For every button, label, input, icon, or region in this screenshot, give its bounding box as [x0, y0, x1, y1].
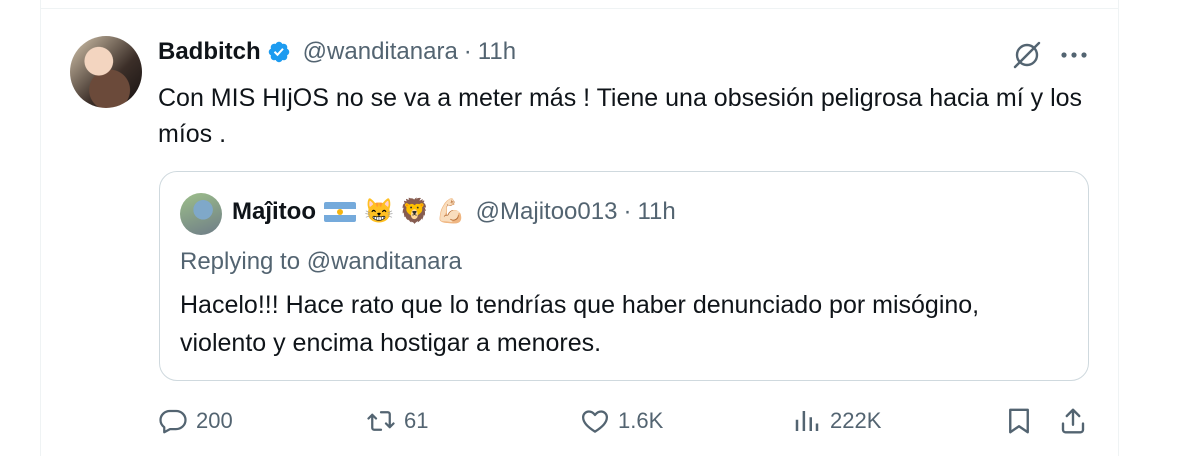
quoted-display-name[interactable]: Maĵitoo: [232, 198, 316, 226]
display-name[interactable]: Badbitch: [158, 38, 261, 66]
quoted-header: Maĵitoo 😸 🦁 💪🏻 @Majitoo013 · 11h: [232, 198, 676, 226]
tweet-text: Con MIS HIjOS no se va a meter más ! Tie…: [158, 84, 1083, 148]
quoted-separator-dot: ·: [623, 198, 632, 225]
reply-count: 200: [196, 408, 233, 433]
reply-button[interactable]: 200: [158, 406, 233, 436]
argentina-flag-icon: [324, 202, 356, 222]
grok-icon[interactable]: [1010, 38, 1044, 72]
retweet-count: 61: [404, 408, 429, 433]
quoted-handle: @Majitoo013: [475, 198, 618, 225]
avatar[interactable]: [70, 36, 142, 108]
retweet-icon: [367, 411, 395, 431]
grinning-cat-emoji: 😸: [364, 198, 394, 225]
timeline-border-left: [40, 0, 41, 456]
tweet-actions-bar: 200 61 1.6K 222K: [158, 406, 1090, 440]
lion-emoji: 🦁: [399, 198, 430, 225]
tweet-divider: [40, 8, 1118, 9]
flexed-biceps-emoji: 💪🏻: [435, 198, 466, 225]
quoted-avatar[interactable]: [180, 193, 222, 235]
like-icon: [582, 410, 608, 433]
share-button[interactable]: [1058, 406, 1088, 436]
views-button[interactable]: 222K: [792, 406, 881, 436]
quoted-tweet-text: Hacelo!!! Hace rato que lo tendrías que …: [180, 291, 980, 357]
like-button[interactable]: 1.6K: [580, 406, 663, 436]
more-icon[interactable]: [1058, 40, 1090, 70]
handle[interactable]: @wanditanara: [303, 38, 458, 66]
views-icon: [795, 411, 819, 431]
like-count: 1.6K: [618, 408, 664, 433]
tweet-header: Badbitch @wanditanara · 11h: [158, 38, 516, 66]
quoted-timestamp: 11h: [637, 198, 676, 225]
view-count: 222K: [830, 408, 882, 433]
reply-icon: [159, 409, 187, 434]
bookmark-button[interactable]: [1004, 406, 1034, 436]
separator-dot: ·: [463, 38, 472, 65]
share-icon: [1061, 408, 1085, 434]
replying-to-label: Replying to @wanditanara: [180, 248, 462, 275]
timestamp[interactable]: 11h: [478, 38, 516, 66]
retweet-button[interactable]: 61: [366, 406, 428, 436]
verified-badge-icon[interactable]: [267, 40, 291, 64]
timeline-border-right: [1118, 0, 1119, 456]
bookmark-icon: [1009, 408, 1029, 434]
